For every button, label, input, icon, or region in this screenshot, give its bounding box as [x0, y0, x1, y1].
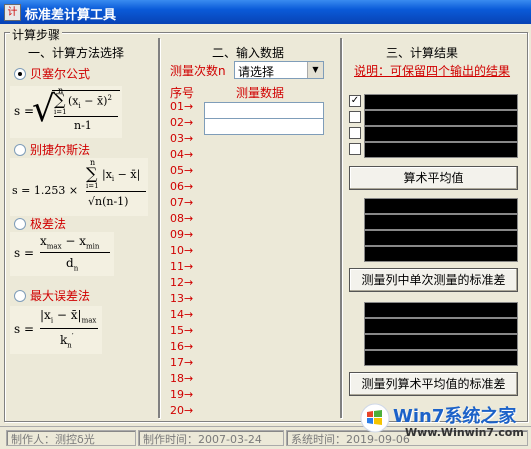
- method-range-radio[interactable]: [14, 218, 26, 230]
- row-index-label: 07→: [170, 196, 194, 209]
- method-maxerr-radio[interactable]: [14, 290, 26, 302]
- row-index-label: 15→: [170, 324, 194, 337]
- client-area: 计算步骤 一、计算方法选择 贝塞尔公式 s = √ n ∑ i=1 (xi − …: [0, 24, 531, 448]
- row-index-label: 14→: [170, 308, 194, 321]
- status-author: 制作人：测控δ光: [6, 430, 136, 446]
- row-index-label: 04→: [170, 148, 194, 161]
- col-data-header: 测量数据: [236, 86, 285, 100]
- row-index-label: 17→: [170, 356, 194, 369]
- watermark-url: Www.Winwin7.com: [405, 426, 524, 439]
- keep-result-4-checkbox[interactable]: [349, 143, 361, 155]
- steps-groupbox-label: 计算步骤: [10, 26, 63, 43]
- count-select[interactable]: 请选择 ▼: [234, 61, 324, 79]
- window-title: 标准差计算工具: [25, 8, 117, 23]
- col-index-header: 序号: [170, 86, 195, 100]
- keep-result-1-checkbox[interactable]: ✓: [349, 95, 361, 107]
- mean-output-4: [364, 142, 518, 158]
- data-input-01[interactable]: [204, 102, 324, 119]
- row-index-label: 13→: [170, 292, 194, 305]
- method-peters-label[interactable]: 别捷尔斯法: [30, 141, 90, 158]
- row-index-label: 20→: [170, 404, 194, 417]
- mean-std-output-3: [364, 334, 518, 350]
- keep-result-2-checkbox[interactable]: [349, 111, 361, 123]
- mean-output-1: [364, 94, 518, 110]
- row-index-label: 16→: [170, 340, 194, 353]
- bessel-formula: s = √ n ∑ i=1 (xi − x̄)2 n-1: [10, 86, 122, 138]
- method-bessel-label[interactable]: 贝塞尔公式: [30, 65, 90, 82]
- method-maxerr-label[interactable]: 最大误差法: [30, 287, 90, 304]
- method-section-title: 一、计算方法选择: [28, 46, 125, 60]
- method-bessel-radio[interactable]: [14, 68, 26, 80]
- app-icon: 计: [4, 4, 21, 21]
- range-formula: s = xmax − xmin dn: [10, 232, 114, 276]
- row-index-label: 09→: [170, 228, 194, 241]
- row-index-label: 11→: [170, 260, 194, 273]
- maxerr-formula: s = |xi − x̄|max kn′: [10, 306, 102, 354]
- input-section-title: 二、输入数据: [212, 46, 285, 60]
- mean-output-3: [364, 126, 518, 142]
- row-index-label: 10→: [170, 244, 194, 257]
- watermark: Win7系统之家 Www.Winwin7.com: [357, 396, 527, 444]
- row-index-label: 01→: [170, 100, 194, 113]
- watermark-brand: Win7系统之家: [393, 406, 517, 427]
- single-std-output-1: [364, 198, 518, 214]
- method-range-label[interactable]: 极差法: [30, 215, 66, 232]
- mean-std-button[interactable]: 测量列算术平均值的标准差: [349, 372, 518, 396]
- result-section-title: 三、计算结果: [386, 46, 459, 60]
- row-index-label: 18→: [170, 372, 194, 385]
- row-index-label: 03→: [170, 132, 194, 145]
- keep-result-3-checkbox[interactable]: [349, 127, 361, 139]
- title-bar[interactable]: 计 标准差计算工具: [0, 0, 531, 24]
- mean-button[interactable]: 算术平均值: [349, 166, 518, 190]
- row-index-label: 12→: [170, 276, 194, 289]
- single-std-output-3: [364, 230, 518, 246]
- result-note: 说明：可保留四个输出的结果: [354, 64, 511, 78]
- count-select-value: 请选择: [238, 65, 275, 79]
- row-index-label: 08→: [170, 212, 194, 225]
- status-date: 制作时间：2007-03-24: [138, 430, 284, 446]
- row-index-label: 02→: [170, 116, 194, 129]
- row-index-label: 06→: [170, 180, 194, 193]
- count-label: 测量次数n: [170, 64, 226, 78]
- row-index-label: 05→: [170, 164, 194, 177]
- divider-right: [340, 38, 342, 418]
- mean-output-2: [364, 110, 518, 126]
- peters-formula: s = 1.253 × n ∑ i=1 |xi − x̄| √n(n-1): [10, 158, 148, 216]
- mean-std-output-2: [364, 318, 518, 334]
- single-std-button[interactable]: 测量列中单次测量的标准差: [349, 268, 518, 292]
- divider-left: [158, 38, 160, 418]
- method-peters-radio[interactable]: [14, 144, 26, 156]
- mean-std-output-1: [364, 302, 518, 318]
- single-std-output-2: [364, 214, 518, 230]
- data-input-02[interactable]: [204, 118, 324, 135]
- chevron-down-icon[interactable]: ▼: [307, 62, 323, 78]
- single-std-output-4: [364, 246, 518, 262]
- mean-std-output-4: [364, 350, 518, 366]
- row-index-label: 19→: [170, 388, 194, 401]
